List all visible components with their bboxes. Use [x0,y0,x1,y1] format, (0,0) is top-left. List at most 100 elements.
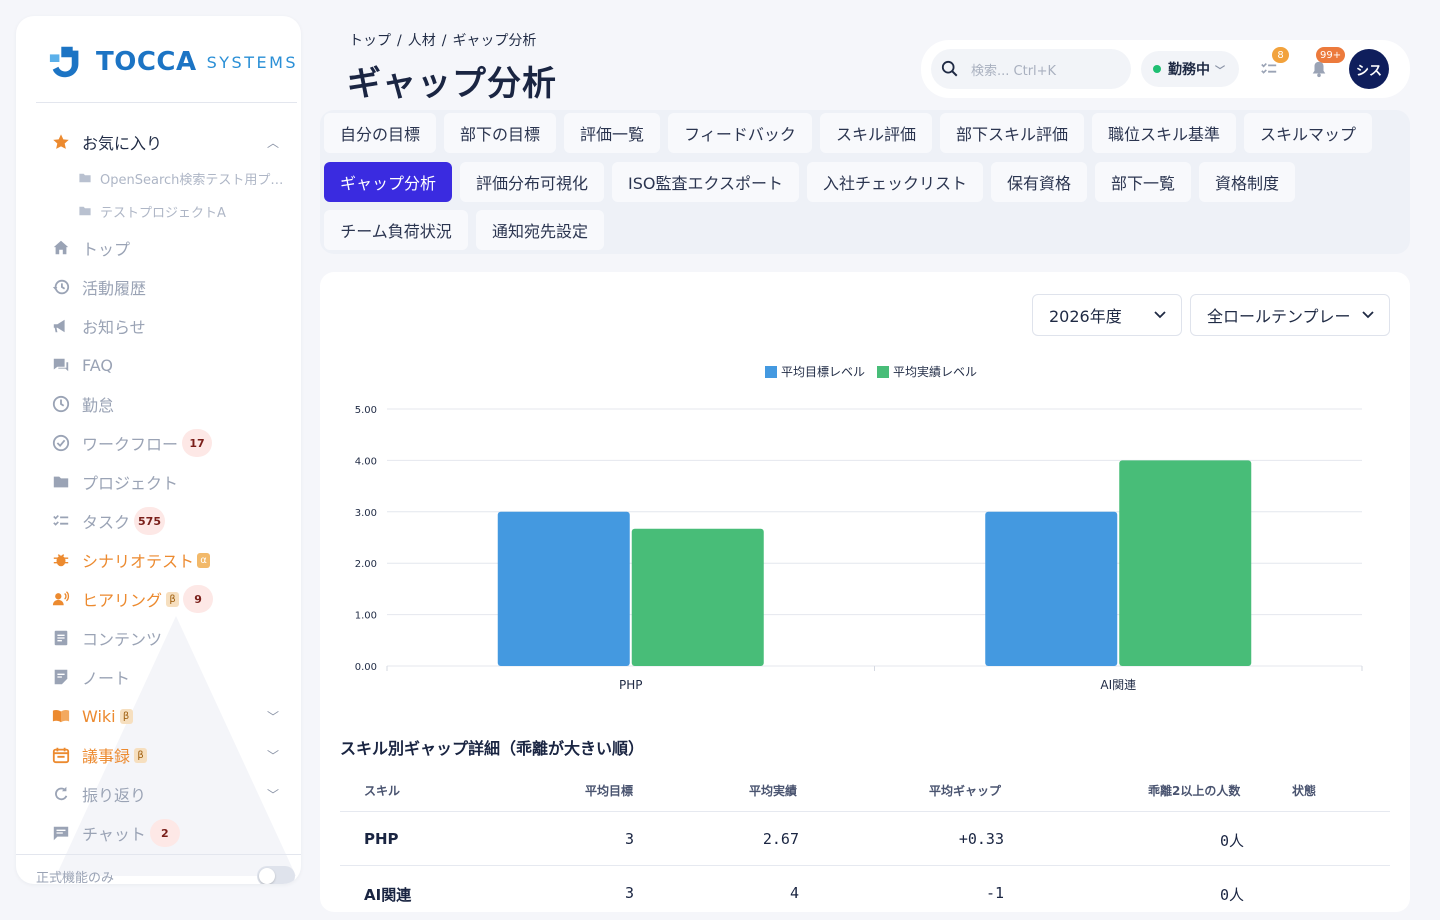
legend-item[interactable]: 平均目標レベル [765,363,865,380]
tab-evaluations[interactable]: 評価一覧 [564,113,660,153]
sidebar-item-wiki[interactable]: Wiki β ﹀ [50,698,285,734]
tab-subordinate-skill-evaluation[interactable]: 部下スキル評価 [940,113,1084,153]
sidebar-item-chat[interactable]: チャット 2 [50,815,285,851]
work-status-dropdown[interactable]: 勤務中 ﹀ [1141,51,1239,87]
gap-analysis-card: 2026年度 全ロールテンプレー 平均目標レベル 平均実績レベル 0.00 1.0… [320,272,1410,912]
favorite-item[interactable]: テストプロジェクトA [78,199,285,223]
legend-label: 平均目標レベル [781,365,866,379]
tab-onboarding-checklist[interactable]: 入社チェックリスト [807,162,983,202]
tab-qualification-system[interactable]: 資格制度 [1199,162,1295,202]
beta-tag: β [134,747,148,763]
note-icon [50,666,72,688]
history-icon [50,276,72,298]
tab-my-goals[interactable]: 自分の目標 [324,113,436,153]
alpha-tag: α [197,552,211,568]
sidebar-item-label: 活動履歴 [82,279,147,298]
breadcrumb-item[interactable]: 人材 [408,33,436,49]
column-header[interactable]: 状態 [1292,782,1316,799]
table-row[interactable]: PHP 3 2.67 +0.33 0人 [340,811,1390,866]
sidebar-item-label: ワークフロー [82,435,179,454]
tab-notification-recipients[interactable]: 通知宛先設定 [476,210,604,250]
breadcrumb-item[interactable]: トップ [349,33,391,49]
table-row[interactable]: AI関連 3 4 -1 0人 [340,865,1390,920]
sidebar-item-task[interactable]: タスク 575 [50,503,285,539]
sidebar-item-faq[interactable]: FAQ [50,347,285,383]
breadcrumb-item: ギャップ分析 [452,33,537,49]
actual-cell: 2.67 [762,830,799,848]
tab-skill-evaluation[interactable]: スキル評価 [820,113,932,153]
sidebar-item-history[interactable]: 活動履歴 [50,269,285,305]
tab-certifications[interactable]: 保有資格 [991,162,1087,202]
sidebar-item-note[interactable]: ノート [50,659,285,695]
divider [36,102,297,103]
column-header[interactable]: 乖離2以上の人数 [1148,782,1240,799]
tab-feedback[interactable]: フィードバック [668,113,812,153]
message-icon [50,822,72,844]
sidebar-item-label: コンテンツ [82,630,163,649]
sidebar-item-contents[interactable]: コンテンツ [50,620,285,656]
sidebar-item-label: シナリオテスト [82,552,195,571]
chevron-up-icon[interactable]: ︿ [267,134,279,151]
tab-team-workload[interactable]: チーム負荷状況 [324,210,468,250]
avatar[interactable]: シス [1349,49,1389,89]
sidebar-item-label: タスク [82,513,131,532]
logo-icon [49,46,79,78]
beta-tag: β [119,708,133,724]
sidebar-item-label: Wiki [82,706,116,726]
target-cell: 3 [624,884,634,902]
search-placeholder: 検索... Ctrl+K [971,63,1057,79]
logo[interactable]: TOCCA SYSTEMS [48,42,298,82]
official-only-toggle[interactable] [257,866,295,884]
role-template-select[interactable]: 全ロールテンプレー [1190,294,1390,336]
sidebar-item-favorites[interactable]: お気に入り ︿ [50,124,285,160]
role-template-value: 全ロールテンプレー [1207,307,1351,326]
tasks-button[interactable]: 8 [1256,47,1289,82]
brand-sub: SYSTEMS [206,52,299,72]
tab-evaluation-distribution[interactable]: 評価分布可視化 [460,162,604,202]
chevron-down-icon[interactable]: ﹀ [267,747,279,764]
tab-gap-analysis[interactable]: ギャップ分析 [324,162,452,202]
sidebar-item-hearing[interactable]: ヒアリング β 9 [50,581,285,617]
tab-subordinate-goals[interactable]: 部下の目標 [444,113,556,153]
sidebar-item-label: ヒアリング [82,591,163,610]
chart-legend: 平均目標レベル 平均実績レベル [765,363,989,380]
count-badge: 2 [149,819,180,847]
status-dot [1153,65,1161,73]
favorite-label: テストプロジェクトA [100,205,226,221]
legend-item[interactable]: 平均実績レベル [877,363,977,380]
column-header[interactable]: 平均ギャップ [929,782,1001,799]
legend-swatch [877,365,890,378]
breadcrumb-separator: / [397,33,402,49]
fiscal-year-select[interactable]: 2026年度 [1032,294,1182,336]
column-header[interactable]: スキル [364,782,400,799]
sidebar-item-attendance[interactable]: 勤怠 [50,386,285,422]
sidebar-item-workflow[interactable]: ワークフロー 17 [50,425,285,461]
skill-cell: PHP [364,830,399,848]
chevron-down-icon[interactable]: ﹀ [267,708,279,725]
chevron-down-icon[interactable]: ﹀ [267,786,279,803]
target-cell: 3 [624,830,634,848]
clock-icon [50,393,72,415]
count-cell: 0人 [1219,832,1244,850]
search-input[interactable]: 検索... Ctrl+K [931,49,1131,89]
search-icon [941,60,958,77]
column-header[interactable]: 平均実績 [749,782,797,799]
column-header[interactable]: 平均目標 [585,782,633,799]
tab-iso-audit-export[interactable]: ISO監査エクスポート [612,162,799,202]
checklist-icon [1261,63,1277,74]
work-status-label: 勤務中 [1168,62,1210,78]
bar [985,511,1118,666]
tab-subordinates[interactable]: 部下一覧 [1095,162,1191,202]
sidebar-item-scenario-test[interactable]: シナリオテスト α [50,542,285,578]
sidebar-item-project[interactable]: プロジェクト [50,464,285,500]
chevron-down-icon [1154,311,1166,319]
sidebar-item-minutes[interactable]: 議事録 β ﹀ [50,737,285,773]
tab-skill-map[interactable]: スキルマップ [1244,113,1372,153]
sidebar-item-label: チャット [82,825,146,844]
sidebar-item-top[interactable]: トップ [50,230,285,266]
sidebar-item-news[interactable]: お知らせ [50,308,285,344]
favorite-item[interactable]: OpenSearch検索テスト用プ… [78,166,285,190]
notifications-button[interactable]: 99+ [1306,47,1346,82]
tab-position-skill-standards[interactable]: 職位スキル基準 [1092,113,1236,153]
sidebar-item-retrospective[interactable]: 振り返り ﹀ [50,776,285,812]
